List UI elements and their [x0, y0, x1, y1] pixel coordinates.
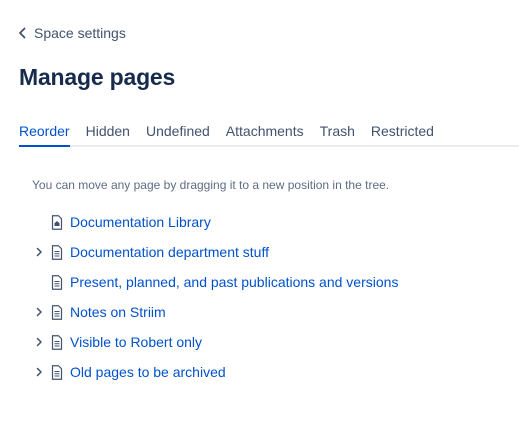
page-link[interactable]: Visible to Robert only: [70, 334, 202, 350]
page-icon: [50, 304, 64, 320]
page-icon: [50, 364, 64, 380]
chevron-right-icon[interactable]: [32, 365, 46, 379]
tree-item[interactable]: Notes on Striim: [32, 297, 398, 327]
tree-item[interactable]: Present, planned, and past publications …: [32, 267, 398, 297]
page-link[interactable]: Documentation Library: [70, 214, 211, 230]
chevron-right-icon[interactable]: [32, 305, 46, 319]
page-icon: [50, 274, 64, 290]
tab-restricted[interactable]: Restricted: [371, 120, 434, 146]
tab-trash[interactable]: Trash: [320, 120, 355, 146]
tab-reorder[interactable]: Reorder: [19, 120, 70, 147]
back-link-label: Space settings: [34, 25, 126, 41]
page-link[interactable]: Present, planned, and past publications …: [70, 274, 398, 290]
back-to-space-settings-link[interactable]: Space settings: [18, 25, 126, 41]
tab-undefined[interactable]: Undefined: [146, 120, 210, 146]
page-icon: [50, 334, 64, 350]
manage-pages-screen: Space settings Manage pages Reorder Hidd…: [0, 0, 519, 436]
tree-item[interactable]: Documentation department stuff: [32, 237, 398, 267]
tab-hidden[interactable]: Hidden: [86, 120, 130, 146]
page-link[interactable]: Notes on Striim: [70, 304, 166, 320]
tab-bar: Reorder Hidden Undefined Attachments Tra…: [19, 120, 519, 147]
chevron-right-icon[interactable]: [32, 245, 46, 259]
reorder-hint-text: You can move any page by dragging it to …: [32, 178, 390, 192]
tree-item[interactable]: Visible to Robert only: [32, 327, 398, 357]
page-tree: Documentation Library Documentation depa…: [32, 207, 398, 387]
chevron-right-icon[interactable]: [32, 335, 46, 349]
chevron-placeholder: [32, 215, 46, 229]
chevron-left-icon: [18, 27, 26, 39]
page-title: Manage pages: [19, 64, 176, 90]
tree-item[interactable]: Documentation Library: [32, 207, 398, 237]
page-link[interactable]: Old pages to be archived: [70, 364, 226, 380]
page-link[interactable]: Documentation department stuff: [70, 244, 269, 260]
tab-attachments[interactable]: Attachments: [226, 120, 304, 146]
page-icon: [50, 244, 64, 260]
tree-item[interactable]: Old pages to be archived: [32, 357, 398, 387]
home-page-icon: [50, 214, 64, 230]
chevron-placeholder: [32, 275, 46, 289]
